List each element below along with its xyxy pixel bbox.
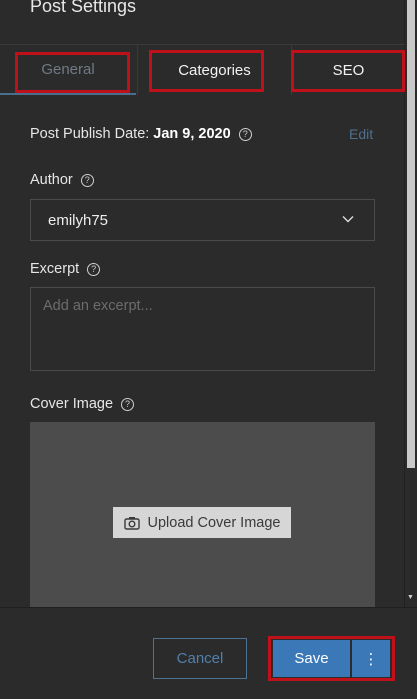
edit-publish-date-link[interactable]: Edit [349,126,373,142]
tab-general[interactable]: General [0,45,136,95]
more-vertical-icon[interactable]: ⋮ [352,640,390,677]
scroll-down-arrow-icon[interactable]: ▼ [407,594,414,601]
author-label-row: Author ? [30,172,94,188]
help-icon[interactable]: ? [121,397,135,411]
publish-date-row: Post Publish Date: Jan 9, 2020 ? [30,126,252,142]
upload-cover-image-label: Upload Cover Image [147,514,281,531]
chevron-down-icon [342,216,354,223]
cover-image-label: Cover Image [30,396,114,412]
cover-label-row: Cover Image ? [30,396,135,412]
cancel-button[interactable]: Cancel [153,638,247,679]
author-label: Author [30,172,73,188]
publish-date-label: Post Publish Date: [30,126,150,142]
excerpt-input[interactable] [30,287,375,371]
excerpt-label: Excerpt [30,261,80,277]
camera-icon [123,516,140,530]
post-settings-panel: Post Settings General Categories SEO Pos… [0,0,405,699]
save-button[interactable]: Save [273,640,350,677]
scrollbar-thumb[interactable] [407,0,415,468]
help-icon[interactable]: ? [87,262,101,276]
upload-cover-image-button[interactable]: Upload Cover Image [113,507,291,538]
tab-seo[interactable]: SEO [291,45,405,95]
help-icon[interactable]: ? [238,127,252,141]
publish-date-value: Jan 9, 2020 [153,126,231,142]
help-icon[interactable]: ? [80,173,94,187]
tab-categories[interactable]: Categories [137,45,291,95]
author-value: emilyh75 [48,211,109,229]
settings-tabs: General Categories SEO [0,44,405,95]
author-select[interactable]: emilyh75 [30,199,375,241]
excerpt-label-row: Excerpt ? [30,261,101,277]
panel-title: Post Settings [30,0,137,16]
